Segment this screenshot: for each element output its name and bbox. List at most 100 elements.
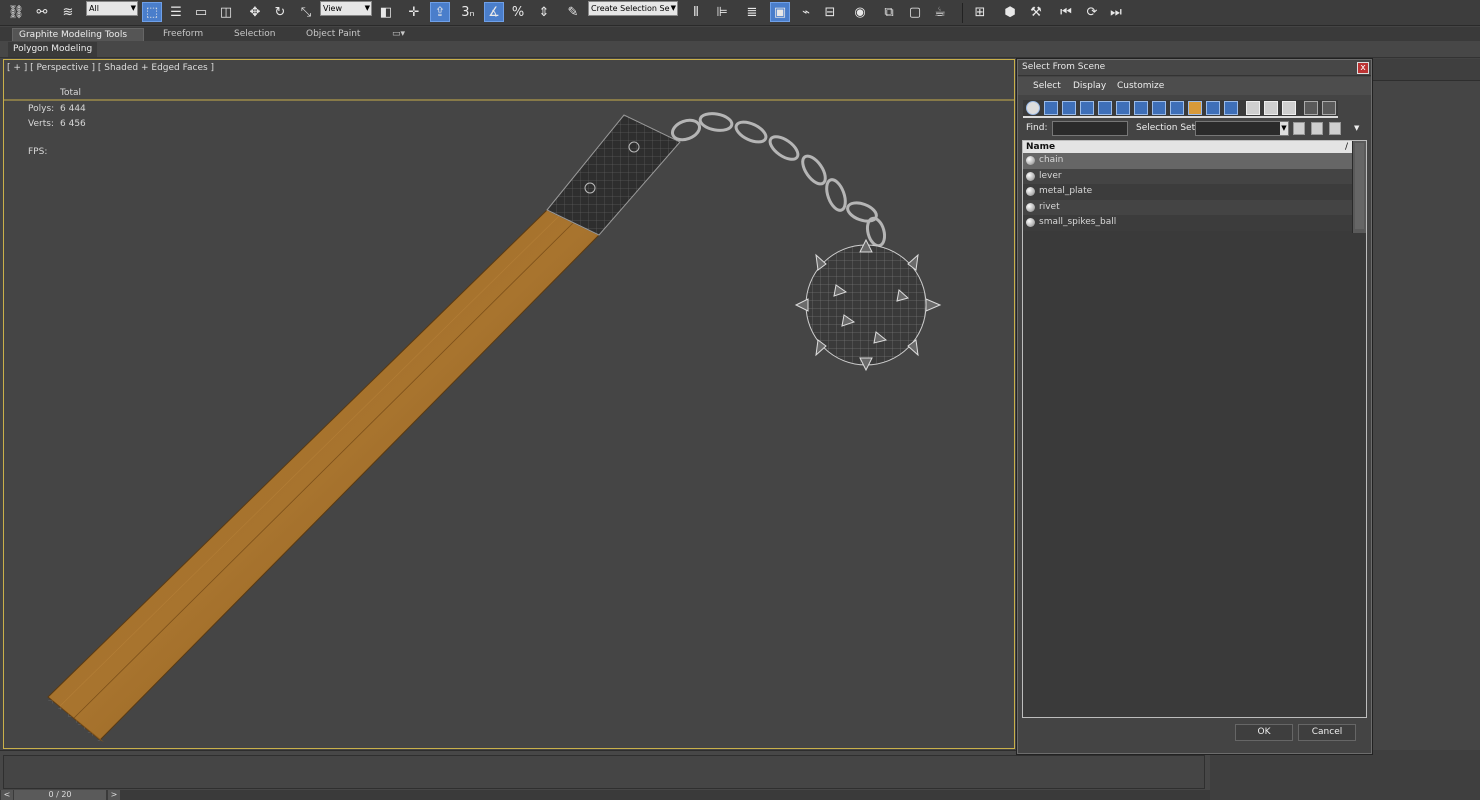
display-cameras-icon[interactable] xyxy=(1080,101,1094,115)
polygon-modeling-panel[interactable]: Polygon Modeling xyxy=(8,42,98,57)
snaps-toggle-icon[interactable]: 3ₙ xyxy=(458,2,478,22)
selection-filter-dropdown[interactable]: All ▼ xyxy=(86,1,138,16)
display-bones-icon[interactable] xyxy=(1170,101,1184,115)
list-item[interactable]: rivet xyxy=(1023,199,1352,215)
viewport-label[interactable]: [ + ] [ Perspective ] [ Shaded + Edged F… xyxy=(7,63,214,73)
display-lights-icon[interactable] xyxy=(1062,101,1076,115)
menu-display[interactable]: Display xyxy=(1073,81,1106,91)
filter-icon[interactable] xyxy=(1304,101,1318,115)
select-by-name-icon[interactable]: ☰ xyxy=(166,2,186,22)
rendered-frame-icon[interactable]: ▢ xyxy=(905,2,925,22)
selection-set-dropdown[interactable]: ▼ xyxy=(1195,121,1289,136)
verts-label: Verts: xyxy=(28,119,54,129)
object-name: lever xyxy=(1039,170,1062,181)
auto-key-icon[interactable]: ⟳ xyxy=(1082,2,1102,22)
schematic-view-icon[interactable]: ⊟ xyxy=(820,2,840,22)
toolbar-separator xyxy=(962,3,963,23)
menu-customize[interactable]: Customize xyxy=(1117,81,1164,91)
cancel-button[interactable]: Cancel xyxy=(1298,724,1356,741)
display-groups-icon[interactable] xyxy=(1134,101,1148,115)
set-key-icon[interactable]: ⏭ xyxy=(1106,2,1126,22)
render-setup-icon[interactable]: ⧉ xyxy=(879,2,899,22)
wrench-icon[interactable]: ⚒ xyxy=(1026,2,1046,22)
display-shapes-icon[interactable] xyxy=(1044,101,1058,115)
list-item[interactable]: small_spikes_ball xyxy=(1023,215,1352,231)
spinner-snap-icon[interactable]: ⇕ xyxy=(534,2,554,22)
tab-selection[interactable]: Selection xyxy=(228,28,281,41)
unlink-icon[interactable]: ⚯ xyxy=(32,2,52,22)
key-mode-icon[interactable]: ⏮ xyxy=(1056,2,1076,22)
select-none-icon[interactable] xyxy=(1264,101,1278,115)
selection-filter-value: All xyxy=(89,4,99,13)
object-icon xyxy=(1026,156,1035,165)
select-manipulate-icon[interactable]: ✛ xyxy=(404,2,424,22)
mirror-icon[interactable]: ⫴ xyxy=(686,2,706,22)
align-icon[interactable]: ⊫ xyxy=(712,2,732,22)
find-input[interactable] xyxy=(1052,121,1128,136)
time-prev-button[interactable]: < xyxy=(1,790,13,800)
move-icon[interactable]: ✥ xyxy=(245,2,265,22)
curve-editor-icon[interactable]: ⌁ xyxy=(796,2,816,22)
bind-space-warp-icon[interactable]: ≋ xyxy=(58,2,78,22)
list-item[interactable]: lever xyxy=(1023,168,1352,184)
display-space-warps-icon[interactable] xyxy=(1116,101,1130,115)
options-chevron-icon[interactable]: ▼ xyxy=(1354,124,1359,132)
select-all-icon[interactable] xyxy=(1246,101,1260,115)
layer-manager-icon[interactable]: ≣ xyxy=(742,2,762,22)
link-icon[interactable]: ⛓ xyxy=(6,2,26,22)
list-item[interactable]: metal_plate xyxy=(1023,184,1352,200)
time-slider-thumb[interactable]: 0 / 20 xyxy=(14,790,106,800)
rectangular-region-icon[interactable]: ▭ xyxy=(191,2,211,22)
rotate-icon[interactable]: ↻ xyxy=(270,2,290,22)
display-helpers-icon[interactable] xyxy=(1098,101,1112,115)
scale-icon[interactable]: ⤡ xyxy=(296,2,316,22)
ribbon-options-icon[interactable]: ▭▾ xyxy=(386,28,411,41)
tab-graphite-modeling-tools[interactable]: Graphite Modeling Tools xyxy=(12,28,144,41)
selection-set-add-icon[interactable] xyxy=(1293,122,1305,135)
tab-freeform[interactable]: Freeform xyxy=(157,28,209,41)
viewport-scene xyxy=(4,99,1014,742)
display-xrefs-icon[interactable] xyxy=(1152,101,1166,115)
filter-options-icon[interactable] xyxy=(1322,101,1336,115)
list-scrollbar[interactable] xyxy=(1352,141,1366,233)
ok-button[interactable]: OK xyxy=(1235,724,1293,741)
display-frozen-icon[interactable] xyxy=(1206,101,1220,115)
pivot-center-icon[interactable]: ◧ xyxy=(376,2,396,22)
dialog-title-bar[interactable]: Select From Scene x xyxy=(1018,60,1371,76)
display-geometry-icon[interactable] xyxy=(1026,101,1040,115)
command-panel-header xyxy=(1373,59,1480,81)
tab-object-paint[interactable]: Object Paint xyxy=(300,28,366,41)
container-icon[interactable]: ⊞ xyxy=(970,2,990,22)
material-editor-icon[interactable]: ◉ xyxy=(850,2,870,22)
select-invert-icon[interactable] xyxy=(1282,101,1296,115)
named-selection-dropdown[interactable]: Create Selection Se ▼ xyxy=(588,1,678,16)
graphite-toggle-icon[interactable]: ▣ xyxy=(770,2,790,22)
display-hidden-icon[interactable] xyxy=(1224,101,1238,115)
time-next-button[interactable]: > xyxy=(108,790,120,800)
ref-coord-dropdown[interactable]: View ▼ xyxy=(320,1,372,16)
close-button[interactable]: x xyxy=(1357,62,1369,74)
select-object-icon[interactable]: ⬚ xyxy=(142,2,162,22)
select-from-scene-dialog: Select From Scene x Select Display Custo… xyxy=(1017,59,1372,754)
perspective-viewport[interactable]: [ + ] [ Perspective ] [ Shaded + Edged F… xyxy=(3,59,1015,749)
menu-select[interactable]: Select xyxy=(1033,81,1061,91)
keyboard-shortcut-override-icon[interactable]: ⇪ xyxy=(430,2,450,22)
list-item[interactable]: chain xyxy=(1023,153,1352,169)
display-containers-icon[interactable] xyxy=(1188,101,1202,115)
percent-snap-icon[interactable]: % xyxy=(508,2,528,22)
column-header-name[interactable]: Name / xyxy=(1023,141,1352,153)
angle-snap-icon[interactable]: ∡ xyxy=(484,2,504,22)
render-teapot-icon[interactable]: ☕ xyxy=(930,2,950,22)
track-bar-inner[interactable] xyxy=(3,755,1205,789)
scrollbar-thumb[interactable] xyxy=(1355,143,1364,229)
dialog-title: Select From Scene xyxy=(1022,62,1106,72)
objects-icon[interactable]: ⬢ xyxy=(1000,2,1020,22)
selection-set-remove-icon[interactable] xyxy=(1311,122,1323,135)
small-spikes-ball xyxy=(794,238,942,372)
object-list-rows: chain lever metal_plate rivet small_spik… xyxy=(1023,153,1352,231)
find-label: Find: xyxy=(1026,123,1048,133)
selection-set-edit-icon[interactable] xyxy=(1329,122,1341,135)
object-list[interactable]: Name / chain lever metal_plate rivet sma… xyxy=(1022,140,1367,718)
edit-named-selection-icon[interactable]: ✎ xyxy=(563,2,583,22)
window-crossing-icon[interactable]: ◫ xyxy=(216,2,236,22)
